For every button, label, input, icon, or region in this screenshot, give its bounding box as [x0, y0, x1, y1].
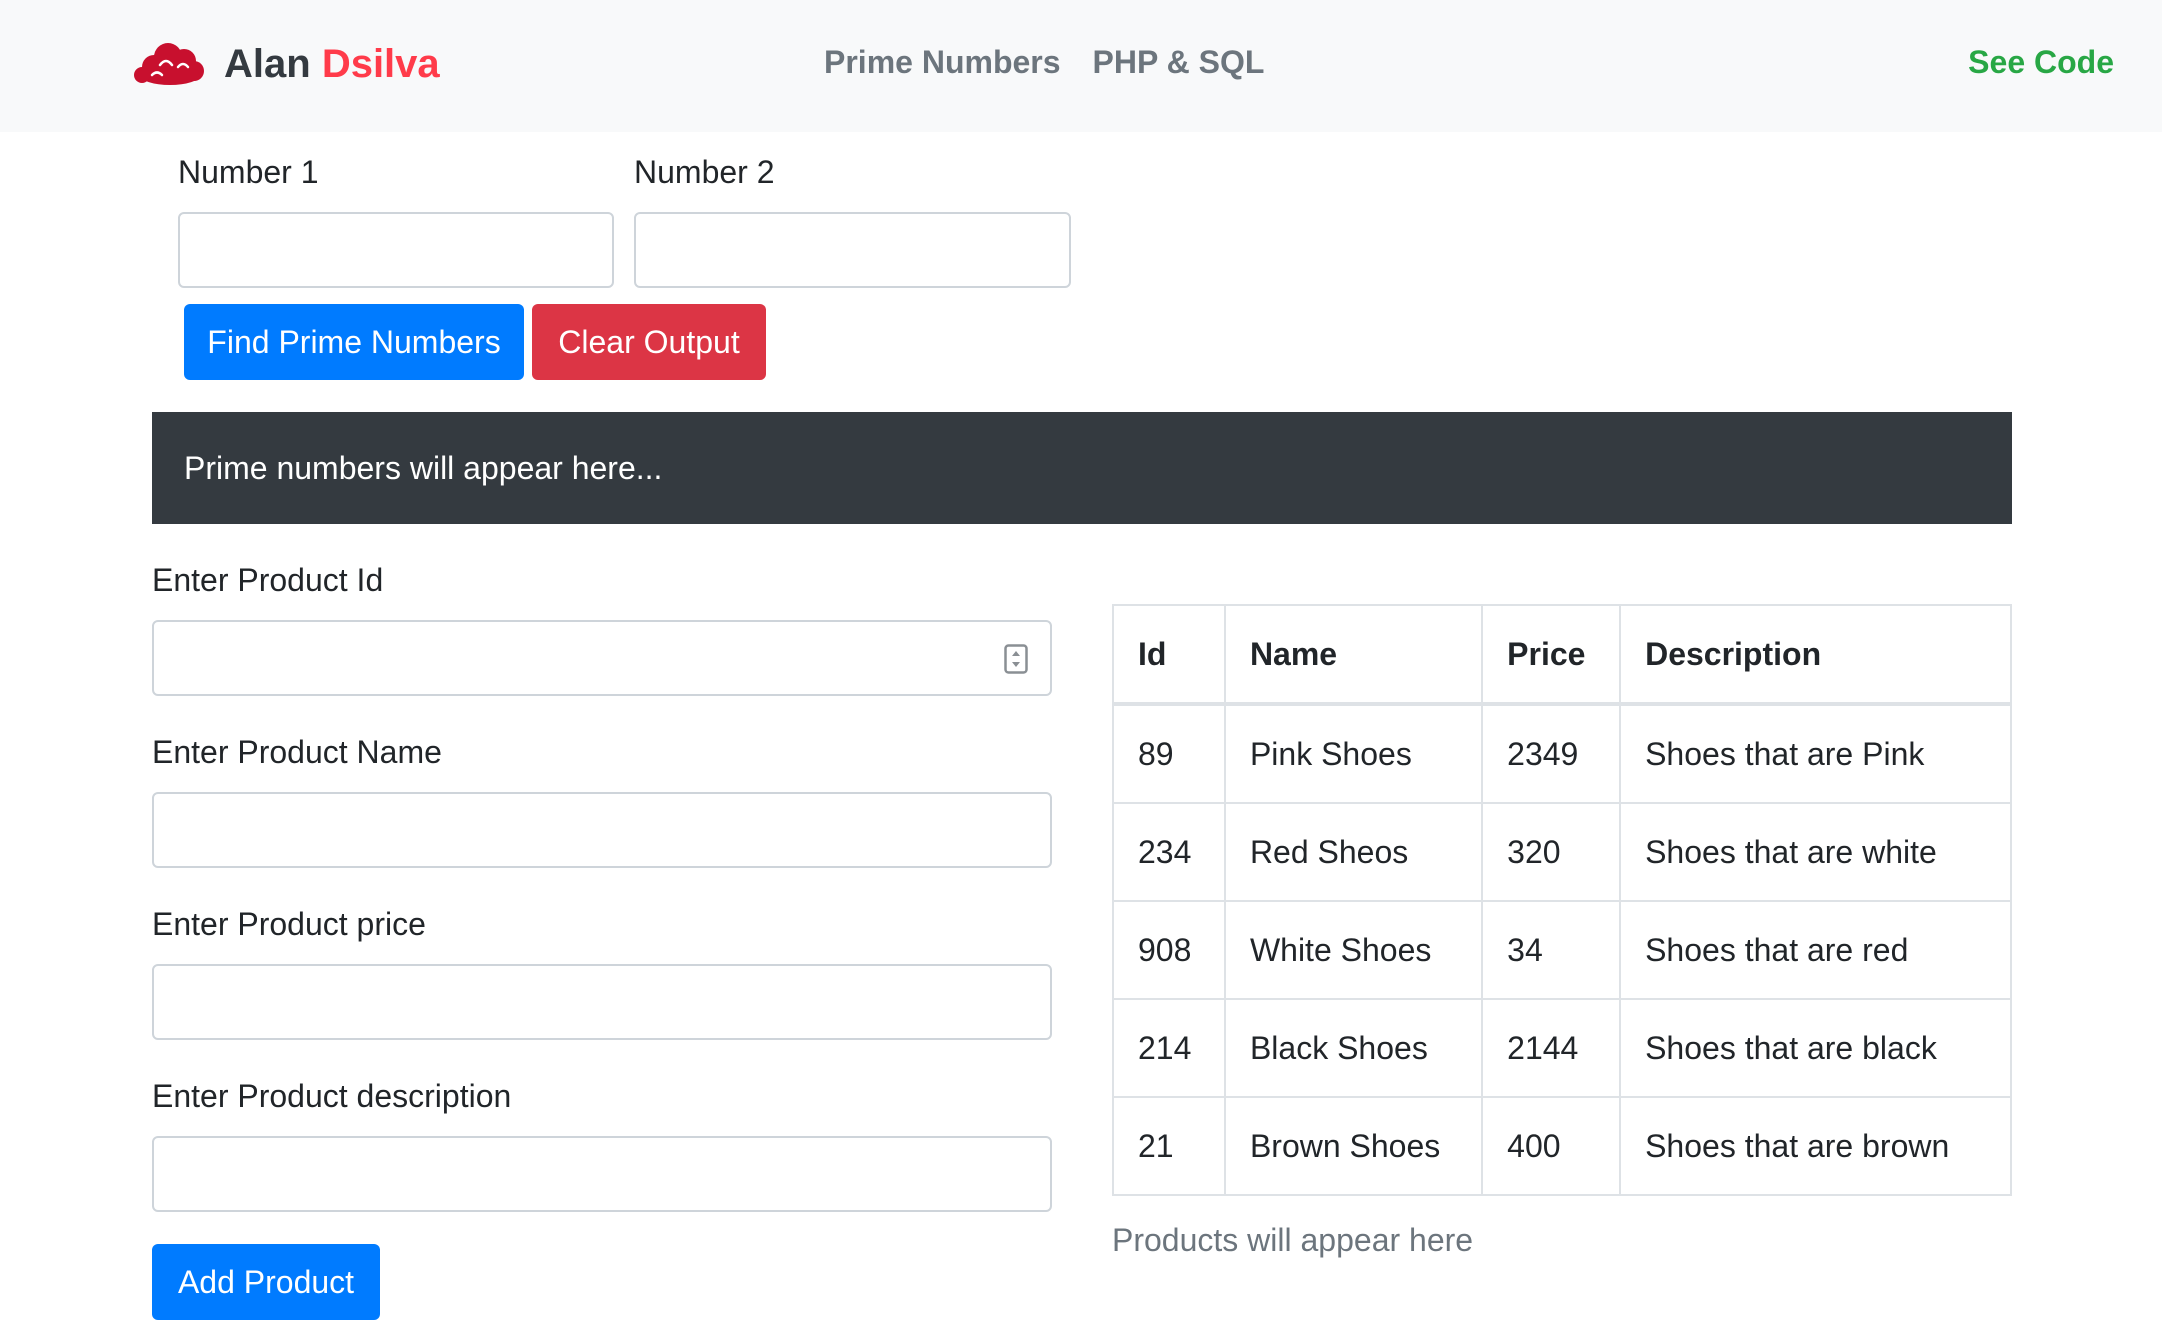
brand[interactable]: Alan Dsilva	[132, 36, 440, 92]
cell-price: 2144	[1481, 998, 1622, 1098]
table-header-row: Id Name Price Description	[1112, 604, 2012, 706]
see-code-link[interactable]: See Code	[1968, 44, 2114, 81]
red-cloud-logo-icon	[134, 43, 204, 85]
cell-price: 320	[1481, 802, 1622, 902]
cell-name: Pink Shoes	[1223, 703, 1484, 804]
number2-input[interactable]	[634, 212, 1071, 288]
brand-name: Alan Dsilva	[224, 42, 440, 87]
nav-link-prime-numbers[interactable]: Prime Numbers	[824, 44, 1061, 81]
table-row: 908 White Shoes 34 Shoes that are red	[1112, 900, 2012, 1000]
number1-input[interactable]	[178, 212, 614, 288]
prime-output-panel: Prime numbers will appear here...	[152, 412, 2012, 524]
column-header-description: Description	[1619, 604, 2012, 706]
table-row: 214 Black Shoes 2144 Shoes that are blac…	[1112, 998, 2012, 1098]
navbar: Alan Dsilva Prime Numbers PHP & SQL See …	[0, 0, 2162, 132]
add-product-button[interactable]: Add Product	[152, 1244, 380, 1320]
prime-output-text: Prime numbers will appear here...	[184, 449, 663, 486]
cell-description: Shoes that are brown	[1619, 1096, 2012, 1196]
cell-description: Shoes that are red	[1619, 900, 2012, 1000]
products-table: Id Name Price Description 89 Pink Shoes …	[1112, 604, 2012, 1196]
cell-name: Brown Shoes	[1223, 1096, 1484, 1196]
table-row: 234 Red Sheos 320 Shoes that are white	[1112, 802, 2012, 902]
cell-id: 89	[1112, 703, 1226, 804]
cell-name: White Shoes	[1223, 900, 1484, 1000]
cell-id: 21	[1112, 1096, 1226, 1196]
cell-id: 234	[1112, 802, 1226, 902]
cell-id: 908	[1112, 900, 1226, 1000]
product-price-label: Enter Product price	[152, 906, 426, 942]
column-header-id: Id	[1112, 604, 1226, 706]
cell-id: 214	[1112, 998, 1226, 1098]
number-spinner-icon[interactable]	[1004, 644, 1028, 674]
number1-label: Number 1	[178, 154, 319, 190]
cell-price: 2349	[1481, 703, 1622, 804]
cell-name: Red Sheos	[1223, 802, 1484, 902]
find-prime-numbers-button[interactable]: Find Prime Numbers	[184, 304, 524, 380]
product-id-input[interactable]	[152, 620, 1052, 696]
column-header-price: Price	[1481, 604, 1622, 706]
products-placeholder-text: Products will appear here	[1112, 1222, 1474, 1258]
cell-description: Shoes that are white	[1619, 802, 2012, 902]
cell-description: Shoes that are black	[1619, 998, 2012, 1098]
cell-price: 34	[1481, 900, 1622, 1000]
product-name-input[interactable]	[152, 792, 1052, 868]
table-row: 21 Brown Shoes 400 Shoes that are brown	[1112, 1096, 2012, 1196]
number2-label: Number 2	[634, 154, 775, 190]
product-description-input[interactable]	[152, 1136, 1052, 1212]
nav-link-php-sql[interactable]: PHP & SQL	[1093, 44, 1265, 81]
brand-first-name: Alan	[224, 41, 311, 86]
nav-links: Prime Numbers PHP & SQL	[824, 44, 1264, 81]
column-header-name: Name	[1223, 604, 1484, 706]
table-row: 89 Pink Shoes 2349 Shoes that are Pink	[1112, 703, 2012, 804]
product-id-label: Enter Product Id	[152, 562, 384, 598]
brand-last-name: Dsilva	[321, 41, 440, 86]
cell-price: 400	[1481, 1096, 1622, 1196]
cell-name: Black Shoes	[1223, 998, 1484, 1098]
product-price-input[interactable]	[152, 964, 1052, 1040]
product-description-label: Enter Product description	[152, 1078, 512, 1114]
clear-output-button[interactable]: Clear Output	[532, 304, 766, 380]
cell-description: Shoes that are Pink	[1619, 703, 2012, 804]
product-name-label: Enter Product Name	[152, 734, 442, 770]
